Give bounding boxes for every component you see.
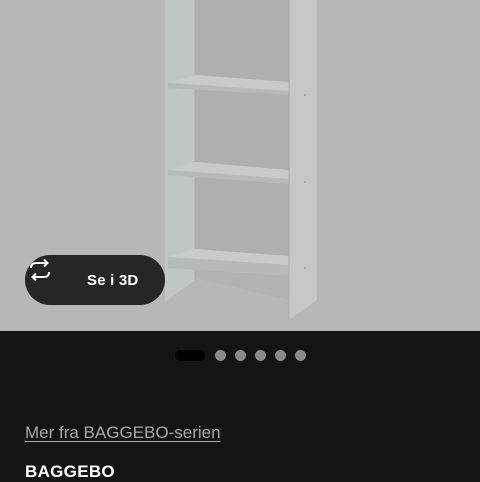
gallery-dot-6[interactable] [295, 350, 306, 361]
gallery-dot-1[interactable] [175, 350, 205, 361]
gallery-pagination [0, 349, 480, 361]
gallery-dot-5[interactable] [275, 350, 286, 361]
gallery-dot-4[interactable] [255, 350, 266, 361]
product-name: BAGGEBO [25, 462, 115, 481]
product-image-gallery[interactable]: Se i 3D [0, 0, 480, 331]
series-link[interactable]: Mer fra BAGGEBO-serien [25, 423, 221, 443]
view-in-3d-button[interactable]: Se i 3D [25, 255, 165, 305]
gallery-dot-2[interactable] [215, 350, 226, 361]
view-in-3d-label: Se i 3D [87, 271, 139, 289]
rotate-arrows-icon [30, 258, 75, 295]
gallery-dot-3[interactable] [235, 350, 246, 361]
